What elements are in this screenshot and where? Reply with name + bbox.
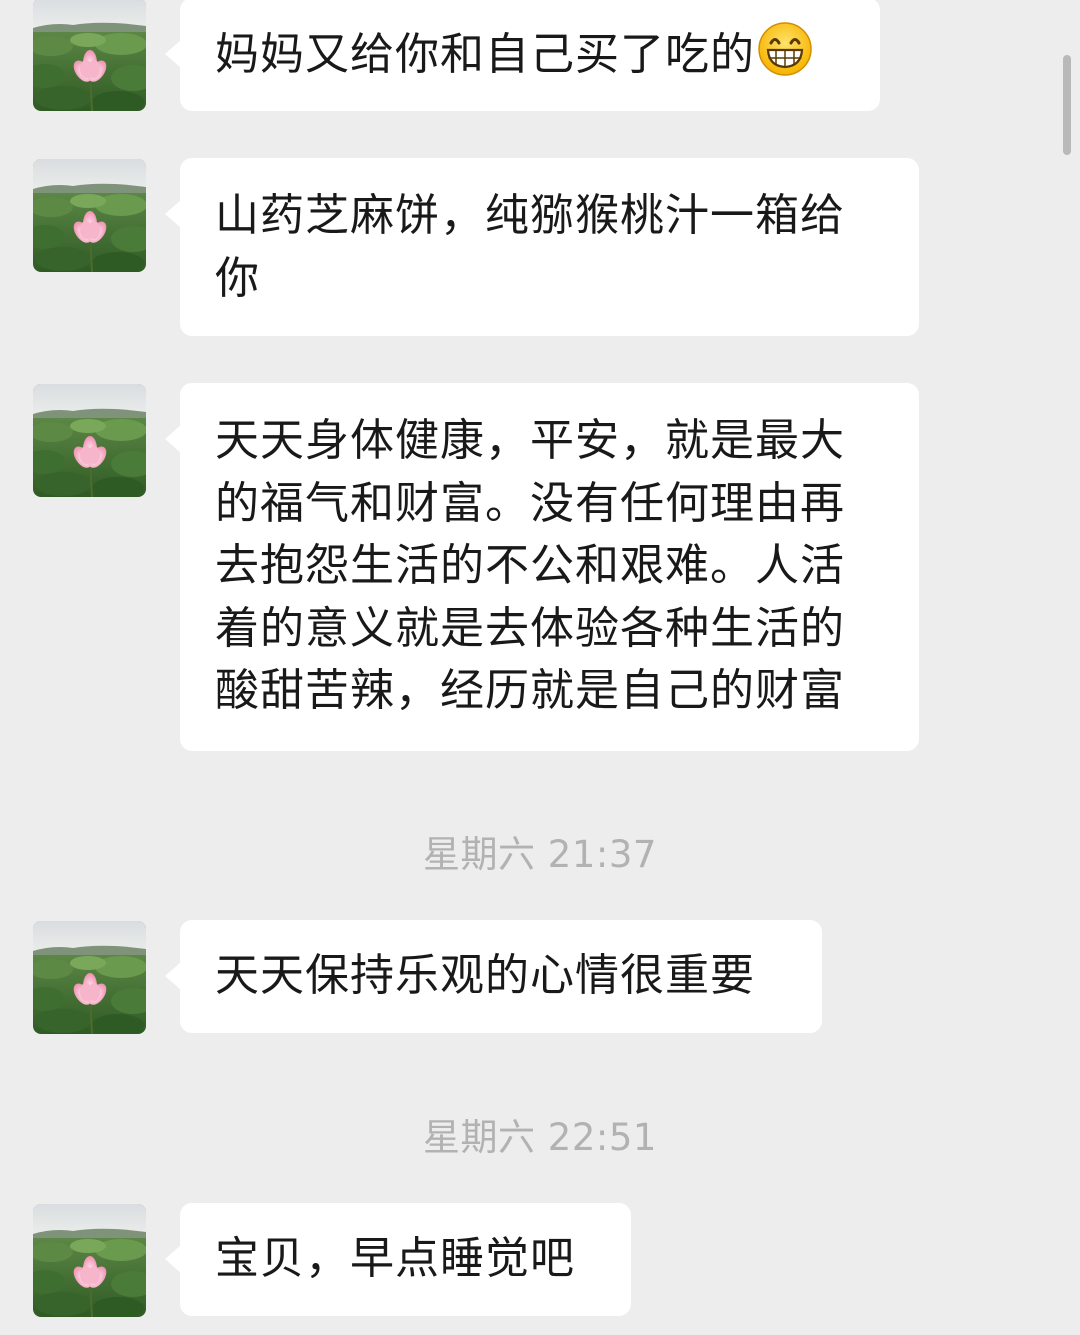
grinning-face-emoji-icon bbox=[757, 21, 813, 77]
sender-avatar[interactable] bbox=[33, 0, 146, 111]
message-text: 山药芝麻饼，纯猕猴桃汁一箱给你 bbox=[215, 190, 845, 304]
message-bubble[interactable]: 天天保持乐观的心情很重要 bbox=[165, 920, 822, 1033]
sender-avatar[interactable] bbox=[33, 921, 146, 1034]
message-row: 宝贝，早点睡觉吧 bbox=[0, 1203, 1080, 1318]
message-row: 天天身体健康，平安，就是最大的福气和财富。没有任何理由再去抱怨生活的不公和艰难。… bbox=[0, 383, 1080, 753]
chat-message-list[interactable]: 妈妈又给你和自己买了吃的 山药芝麻饼，纯猕猴桃汁一箱给你 天天身体健康，平安，就… bbox=[0, 0, 1080, 1335]
lotus-avatar-icon bbox=[33, 159, 146, 272]
message-bubble[interactable]: 山药芝麻饼，纯猕猴桃汁一箱给你 bbox=[165, 158, 919, 336]
lotus-avatar-icon bbox=[33, 1204, 146, 1317]
message-row: 天天保持乐观的心情很重要 bbox=[0, 920, 1080, 1035]
sender-avatar[interactable] bbox=[33, 384, 146, 497]
message-text: 宝贝，早点睡觉吧 bbox=[215, 1233, 575, 1284]
timestamp: 星期六 21:37 bbox=[423, 833, 657, 876]
message-text: 天天身体健康，平安，就是最大的福气和财富。没有任何理由再去抱怨生活的不公和艰难。… bbox=[215, 415, 845, 716]
scrollbar-thumb[interactable] bbox=[1063, 55, 1071, 155]
message-text: 天天保持乐观的心情很重要 bbox=[215, 950, 755, 1001]
message-row: 山药芝麻饼，纯猕猴桃汁一箱给你 bbox=[0, 158, 1080, 338]
message-bubble[interactable]: 妈妈又给你和自己买了吃的 bbox=[165, 0, 880, 111]
lotus-avatar-icon bbox=[33, 384, 146, 497]
message-text: 妈妈又给你和自己买了吃的 bbox=[215, 29, 755, 80]
lotus-avatar-icon bbox=[33, 921, 146, 1034]
message-bubble[interactable]: 宝贝，早点睡觉吧 bbox=[165, 1203, 631, 1316]
sender-avatar[interactable] bbox=[33, 159, 146, 272]
timestamp: 星期六 22:51 bbox=[423, 1116, 657, 1159]
message-bubble[interactable]: 天天身体健康，平安，就是最大的福气和财富。没有任何理由再去抱怨生活的不公和艰难。… bbox=[165, 383, 919, 751]
message-row: 妈妈又给你和自己买了吃的 bbox=[0, 0, 1080, 112]
sender-avatar[interactable] bbox=[33, 1204, 146, 1317]
lotus-avatar-icon bbox=[33, 0, 146, 111]
